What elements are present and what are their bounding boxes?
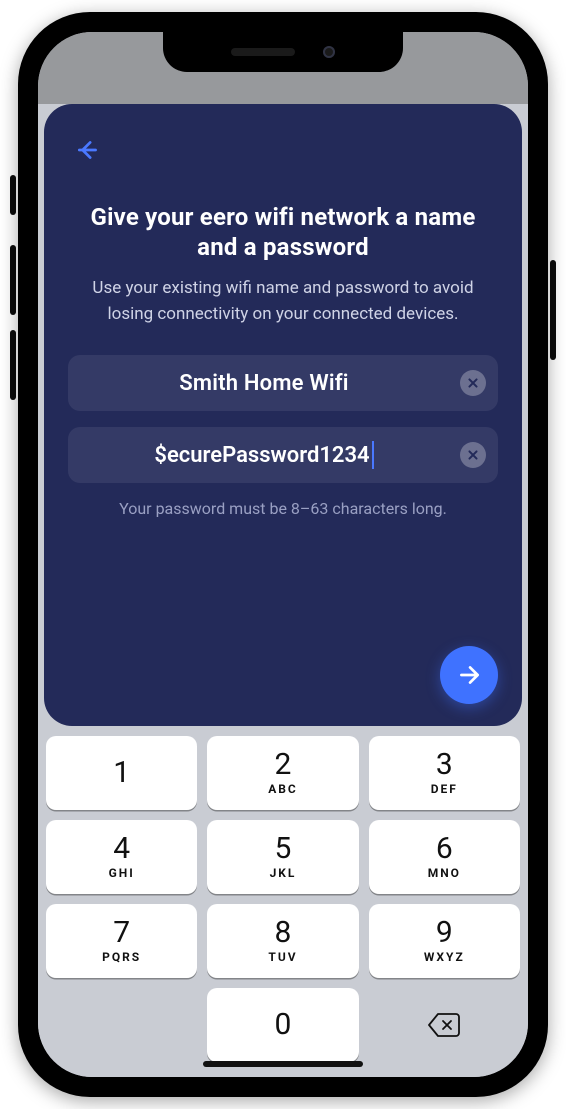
phone-front-camera (323, 46, 335, 58)
keypad-key-1[interactable]: 1 (46, 736, 197, 810)
back-button[interactable] (68, 130, 108, 170)
numeric-keyboard: 1 2 ABC 3 DEF 4 GHI 5 JKL 6 MNO 7 PQRS 8 TUV 9 WXYZ 0 (38, 726, 528, 1077)
arrow-right-icon (456, 662, 482, 688)
keypad-letters: PQRS (102, 950, 141, 964)
keypad-digit: 1 (113, 758, 130, 788)
page-subtitle: Use your existing wifi name and password… (68, 276, 498, 327)
keypad-spacer (46, 988, 197, 1062)
keypad-key-6[interactable]: 6 MNO (369, 820, 520, 894)
keypad-key-4[interactable]: 4 GHI (46, 820, 197, 894)
setup-card: Give your eero wifi network a name and a… (44, 104, 522, 726)
text-cursor (372, 441, 374, 469)
keypad-letters: MNO (428, 866, 461, 880)
keypad-key-0[interactable]: 0 (207, 988, 358, 1062)
clear-password-button[interactable] (460, 442, 486, 468)
keypad-digit: 9 (436, 918, 453, 948)
keypad-key-5[interactable]: 5 JKL (207, 820, 358, 894)
keypad-letters: GHI (109, 866, 135, 880)
keypad-backspace[interactable] (369, 988, 520, 1062)
network-name-input[interactable] (84, 355, 444, 411)
home-indicator[interactable] (203, 1061, 363, 1067)
keypad-digit: 5 (275, 834, 292, 864)
keypad-letters: JKL (270, 866, 297, 880)
password-value: $ecurePassword1234 (154, 443, 369, 468)
phone-volume-up (10, 245, 16, 315)
keypad-key-3[interactable]: 3 DEF (369, 736, 520, 810)
keypad-key-7[interactable]: 7 PQRS (46, 904, 197, 978)
page-title: Give your eero wifi network a name and a… (68, 202, 498, 262)
keypad-digit: 6 (436, 834, 453, 864)
keypad-key-8[interactable]: 8 TUV (207, 904, 358, 978)
keypad-letters: TUV (268, 950, 297, 964)
phone-notch (163, 32, 403, 72)
keypad-digit: 8 (275, 918, 292, 948)
keypad-digit: 4 (113, 834, 130, 864)
password-field[interactable]: $ecurePassword1234 (68, 427, 498, 483)
keypad-letters: DEF (431, 782, 458, 796)
password-hint: Your password must be 8–63 characters lo… (68, 499, 498, 518)
phone-speaker (231, 48, 295, 56)
keypad-key-9[interactable]: 9 WXYZ (369, 904, 520, 978)
arrow-left-icon (75, 137, 101, 163)
phone-power-button (550, 260, 556, 360)
phone-frame: Give your eero wifi network a name and a… (18, 12, 548, 1097)
phone-volume-down (10, 330, 16, 400)
backspace-icon (426, 1011, 462, 1039)
keypad-letters: WXYZ (424, 950, 465, 964)
keypad-digit: 2 (275, 750, 292, 780)
keypad-letters: ABC (268, 782, 298, 796)
phone-silent-switch (10, 175, 16, 215)
keypad-digit: 3 (436, 750, 453, 780)
next-button[interactable] (440, 646, 498, 704)
keypad-key-2[interactable]: 2 ABC (207, 736, 358, 810)
keypad-digit: 7 (113, 918, 130, 948)
network-name-field[interactable] (68, 355, 498, 411)
clear-network-name-button[interactable] (460, 370, 486, 396)
keypad-digit: 0 (275, 1010, 292, 1040)
